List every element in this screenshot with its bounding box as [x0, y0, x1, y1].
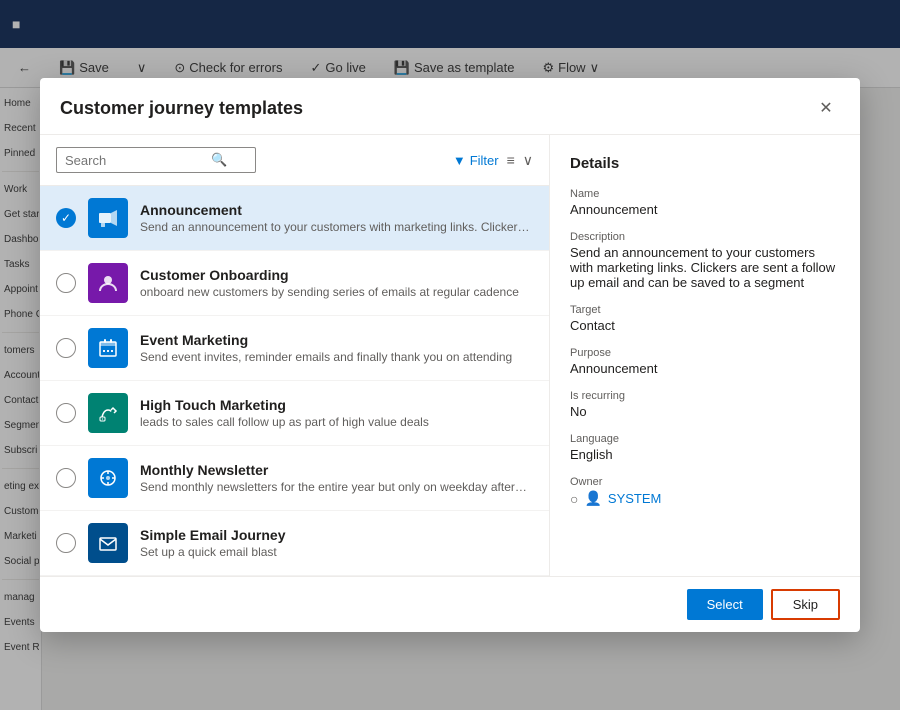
filter-icon: ▼: [453, 153, 466, 168]
dialog-body: 🔍 ▼ Filter ≡ ∨: [40, 135, 860, 576]
event-name: Event Marketing: [140, 332, 533, 348]
announcement-name: Announcement: [140, 202, 533, 218]
template-item-hightouch[interactable]: High Touch Marketing leads to sales call…: [40, 381, 549, 446]
announcement-info: Announcement Send an announcement to you…: [140, 202, 533, 234]
owner-user-icon: 👤: [584, 490, 601, 507]
newsletter-icon: [88, 458, 128, 498]
email-desc: Set up a quick email blast: [140, 545, 533, 559]
detail-recurring-value: No: [570, 404, 840, 419]
detail-desc-value: Send an announcement to your customers w…: [570, 245, 840, 290]
sort-icon[interactable]: ≡: [507, 152, 515, 168]
detail-desc-label: Description: [570, 231, 840, 243]
onboarding-name: Customer Onboarding: [140, 267, 533, 283]
detail-recurring-field: Is recurring No: [570, 390, 840, 419]
owner-loading-icon: ○: [570, 491, 578, 507]
detail-language-value: English: [570, 447, 840, 462]
template-dialog: Customer journey templates ✕ 🔍 ▼ Filter: [40, 78, 860, 632]
onboarding-icon: [88, 263, 128, 303]
event-info: Event Marketing Send event invites, remi…: [140, 332, 533, 364]
search-filter-bar: 🔍 ▼ Filter ≡ ∨: [40, 135, 549, 186]
detail-target-label: Target: [570, 304, 840, 316]
details-title: Details: [570, 155, 840, 172]
event-desc: Send event invites, reminder emails and …: [140, 350, 533, 364]
detail-purpose-label: Purpose: [570, 347, 840, 359]
onboarding-desc: onboard new customers by sending series …: [140, 285, 533, 299]
empty-circle-icon-4: [56, 468, 76, 488]
empty-circle-icon: [56, 273, 76, 293]
detail-owner-value[interactable]: SYSTEM: [608, 491, 661, 506]
search-input-wrap[interactable]: 🔍: [56, 147, 256, 173]
template-list: ✓ Announcement Send an announcement to: [40, 186, 549, 576]
skip-button[interactable]: Skip: [771, 589, 840, 620]
template-check-hightouch: [56, 403, 76, 423]
expand-icon[interactable]: ∨: [523, 152, 533, 169]
check-circle-icon: ✓: [56, 208, 76, 228]
newsletter-desc: Send monthly newsletters for the entire …: [140, 480, 533, 494]
announcement-desc: Send an announcement to your customers w…: [140, 220, 533, 234]
details-panel: Details Name Announcement Description Se…: [550, 135, 860, 576]
template-check-announcement: ✓: [56, 208, 76, 228]
filter-area: ▼ Filter ≡ ∨: [453, 152, 533, 169]
dialog-overlay: Customer journey templates ✕ 🔍 ▼ Filter: [0, 0, 900, 710]
select-button[interactable]: Select: [687, 589, 763, 620]
empty-circle-icon-5: [56, 533, 76, 553]
empty-circle-icon-2: [56, 338, 76, 358]
detail-language-field: Language English: [570, 433, 840, 462]
announcement-icon: [88, 198, 128, 238]
detail-desc-field: Description Send an announcement to your…: [570, 231, 840, 290]
search-input[interactable]: [65, 153, 205, 168]
detail-name-value: Announcement: [570, 202, 840, 217]
detail-name-field: Name Announcement: [570, 188, 840, 217]
newsletter-info: Monthly Newsletter Send monthly newslett…: [140, 462, 533, 494]
empty-circle-icon-3: [56, 403, 76, 423]
template-check-newsletter: [56, 468, 76, 488]
template-check-email: [56, 533, 76, 553]
template-item-announcement[interactable]: ✓ Announcement Send an announcement to: [40, 186, 549, 251]
hightouch-info: High Touch Marketing leads to sales call…: [140, 397, 533, 429]
hightouch-name: High Touch Marketing: [140, 397, 533, 413]
template-item-onboarding[interactable]: Customer Onboarding onboard new customer…: [40, 251, 549, 316]
email-info: Simple Email Journey Set up a quick emai…: [140, 527, 533, 559]
dialog-header: Customer journey templates ✕: [40, 78, 860, 135]
detail-owner-field: Owner ○ 👤 SYSTEM: [570, 476, 840, 507]
template-check-event: [56, 338, 76, 358]
hightouch-desc: leads to sales call follow up as part of…: [140, 415, 533, 429]
dialog-footer: Select Skip: [40, 576, 860, 632]
template-item-event[interactable]: Event Marketing Send event invites, remi…: [40, 316, 549, 381]
dialog-title: Customer journey templates: [60, 98, 303, 119]
detail-recurring-label: Is recurring: [570, 390, 840, 402]
filter-button[interactable]: ▼ Filter: [453, 153, 499, 168]
template-list-panel: 🔍 ▼ Filter ≡ ∨: [40, 135, 550, 576]
detail-purpose-value: Announcement: [570, 361, 840, 376]
event-icon: [88, 328, 128, 368]
template-item-newsletter[interactable]: Monthly Newsletter Send monthly newslett…: [40, 446, 549, 511]
owner-row: ○ 👤 SYSTEM: [570, 490, 840, 507]
template-item-email[interactable]: Simple Email Journey Set up a quick emai…: [40, 511, 549, 576]
detail-owner-label: Owner: [570, 476, 840, 488]
detail-target-value: Contact: [570, 318, 840, 333]
template-check-onboarding: [56, 273, 76, 293]
detail-name-label: Name: [570, 188, 840, 200]
detail-language-label: Language: [570, 433, 840, 445]
email-icon: [88, 523, 128, 563]
search-icon: 🔍: [211, 152, 227, 168]
email-name: Simple Email Journey: [140, 527, 533, 543]
detail-purpose-field: Purpose Announcement: [570, 347, 840, 376]
detail-target-field: Target Contact: [570, 304, 840, 333]
onboarding-info: Customer Onboarding onboard new customer…: [140, 267, 533, 299]
newsletter-name: Monthly Newsletter: [140, 462, 533, 478]
hightouch-icon: [88, 393, 128, 433]
close-button[interactable]: ✕: [812, 94, 840, 122]
